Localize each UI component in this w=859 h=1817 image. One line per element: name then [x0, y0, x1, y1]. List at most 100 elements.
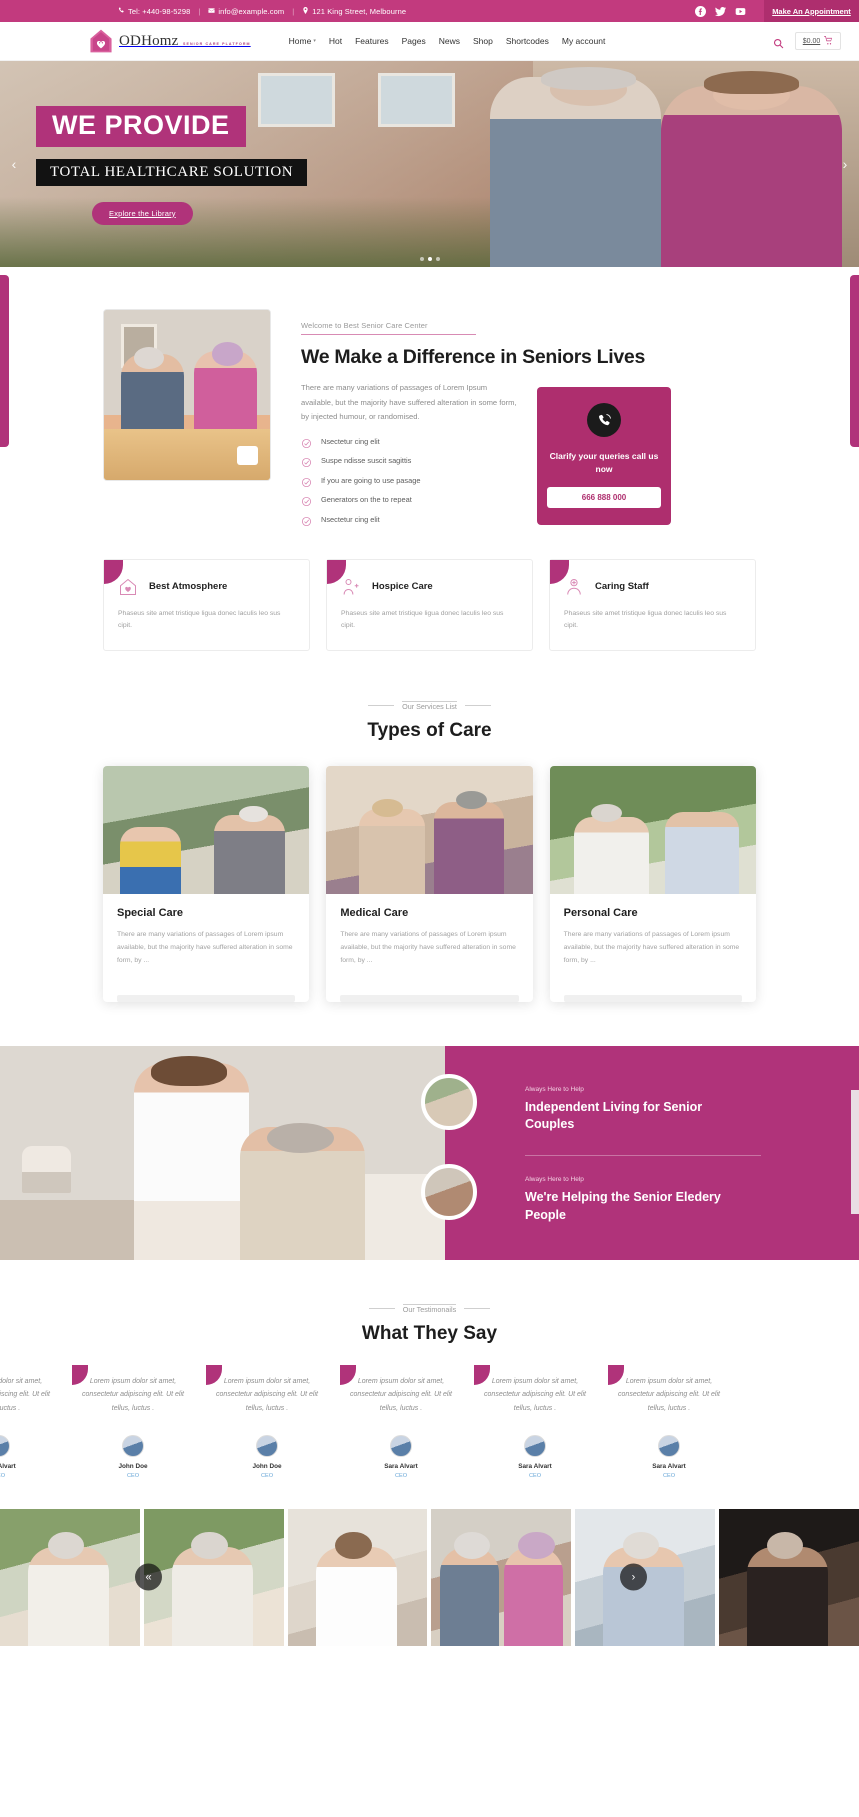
testimonial-role: CEO — [394, 1472, 408, 1479]
avatar — [658, 1434, 680, 1457]
nav-item-shop[interactable]: Shop — [473, 36, 493, 46]
testimonial-item[interactable]: Lorem ipsum dolor sit amet, consectetur … — [602, 1364, 736, 1479]
topbar-contact-info: Tel: +440-98-5298 | info@example.com | 1… — [0, 0, 406, 22]
cart-total: $0.00 — [802, 37, 821, 45]
types-of-care-heading: Types of Care — [367, 719, 492, 741]
help-eyebrow: Always Here to Help — [525, 1176, 584, 1184]
hero-dot-active[interactable] — [427, 257, 432, 261]
hero-cta-button[interactable]: Explore the Library — [92, 201, 193, 225]
testimonials-header: Our Testimonails What They Say — [0, 1303, 859, 1345]
checklist-item: Nsectetur cing elit — [301, 514, 517, 526]
help-item-senior-elderly[interactable]: Always Here to Help We're Helping the Se… — [421, 1164, 859, 1225]
testimonial-role: CEO — [126, 1472, 140, 1479]
gallery-next-arrow[interactable]: › — [620, 1563, 647, 1591]
help-item-independent-living[interactable]: Always Here to Help Independent Living f… — [421, 1073, 859, 1135]
checklist-label: Generators on the to repeat — [321, 495, 412, 505]
testimonial-item[interactable]: Lorem ipsum dolor sit amet, consectetur … — [0, 1369, 66, 1479]
hero-content: WE PROVIDE TOTAL HEALTHCARE SOLUTION Exp… — [36, 106, 308, 225]
testimonial-item[interactable]: Lorem ipsum dolor sit amet, consectetur … — [66, 1364, 200, 1479]
care-card-personal[interactable]: Personal Care There are many variations … — [549, 765, 756, 1002]
nav-item-features[interactable]: Features — [355, 36, 389, 46]
decorative-tab-left — [0, 275, 9, 447]
hero-dot[interactable] — [435, 257, 440, 261]
gallery-prev-arrow[interactable]: « — [135, 1563, 162, 1591]
testimonial-name: Sara Alvart — [518, 1462, 552, 1470]
testimonial-text: Lorem ipsum dolor sit amet, consectetur … — [484, 1377, 586, 1412]
checklist-item: Suspe ndisse suscit sagittis — [301, 455, 517, 468]
feature-title: Caring Staff — [595, 581, 649, 593]
topbar-phone-text: Tel: +440-98-5298 — [128, 6, 191, 16]
care-card-medical[interactable]: Medical Care There are many variations o… — [326, 765, 533, 1002]
avatar — [0, 1434, 10, 1457]
feature-card-hospice-care[interactable]: Hospice Care Phaseus site amet tristique… — [326, 558, 533, 651]
feature-text: Phaseus site amet tristique ligua donec … — [564, 609, 727, 630]
checklist-label: If you are going to use pasage — [321, 475, 421, 485]
gallery-item[interactable] — [0, 1508, 140, 1646]
testimonials-carousel[interactable]: Lorem ipsum dolor sit amet, consectetur … — [0, 1364, 859, 1479]
check-badge-icon — [301, 494, 312, 507]
eyebrow-rule-left — [368, 705, 395, 707]
about-body: Welcome to Best Senior Care Center We Ma… — [301, 309, 756, 526]
checklist-label: Nsectetur cing elit — [321, 514, 380, 524]
care-card-text: There are many variations of passages of… — [340, 930, 516, 965]
checklist-label: Nsectetur cing elit — [321, 436, 380, 446]
call-us-card: Clarify your queries call us now 666 888… — [537, 387, 671, 525]
hero-dots — [419, 257, 440, 261]
help-title: Independent Living for Senior Couples — [525, 1099, 703, 1132]
avatar — [256, 1434, 278, 1457]
topbar-phone[interactable]: Tel: +440-98-5298 — [118, 7, 190, 16]
care-card-footer-bar — [117, 994, 296, 1002]
feature-card-caring-staff[interactable]: Caring Staff Phaseus site amet tristique… — [549, 558, 756, 651]
testimonial-item[interactable]: Lorem ipsum dolor sit amet, consectetur … — [200, 1364, 334, 1479]
nav-item-shortcodes[interactable]: Shortcodes — [506, 36, 549, 46]
house-heart-logo-icon — [88, 28, 114, 54]
topbar-email-text: info@example.com — [218, 6, 285, 16]
call-us-phone[interactable]: 666 888 000 — [547, 486, 661, 508]
hero-dot[interactable] — [419, 257, 424, 261]
nav-item-my-account[interactable]: My account — [562, 36, 605, 46]
twitter-icon[interactable] — [715, 6, 726, 17]
care-card-title: Medical Care — [340, 906, 409, 919]
gallery-item[interactable] — [719, 1508, 859, 1646]
care-card-special[interactable]: Special Care There are many variations o… — [103, 765, 310, 1002]
check-badge-icon — [301, 436, 312, 448]
hero-next-arrow[interactable]: › — [837, 156, 853, 172]
testimonial-text: Lorem ipsum dolor sit amet, consectetur … — [82, 1377, 184, 1412]
photo-gallery[interactable]: « › — [0, 1508, 859, 1646]
phone-ring-icon — [587, 403, 621, 437]
nav-item-home[interactable]: Home ▾ — [289, 36, 316, 46]
facebook-icon[interactable] — [695, 5, 706, 17]
make-appointment-button[interactable]: Make An Appointment — [764, 0, 859, 22]
feature-text: Phaseus site amet tristique ligua donec … — [118, 609, 281, 630]
logo-tagline: SENIOR CARE PLATFORM — [182, 42, 251, 46]
eyebrow-rule-left — [368, 1308, 395, 1310]
gallery-item[interactable] — [431, 1508, 572, 1646]
cart-button[interactable]: $0.00 — [795, 32, 841, 50]
about-checklist: Nsectetur cing elit Suspe ndisse suscit … — [301, 436, 517, 526]
care-card-image — [326, 765, 533, 894]
testimonial-text: Lorem ipsum dolor sit amet, consectetur … — [0, 1377, 50, 1412]
testimonial-item[interactable]: Lorem ipsum dolor sit amet, consectetur … — [334, 1364, 468, 1479]
nav-item-hot[interactable]: Hot — [329, 36, 342, 46]
testimonial-item[interactable]: Lorem ipsum dolor sit amet, consectetur … — [468, 1364, 602, 1479]
nav-item-news[interactable]: News — [439, 36, 460, 46]
testimonial-name: John Doe — [252, 1462, 282, 1470]
search-icon[interactable] — [773, 36, 784, 48]
about-section: Welcome to Best Senior Care Center We Ma… — [0, 267, 859, 1002]
hero-prev-arrow[interactable]: ‹ — [6, 156, 22, 172]
feature-card-best-atmosphere[interactable]: Best Atmosphere Phaseus site amet tristi… — [103, 558, 310, 651]
site-header: ODHomz SENIOR CARE PLATFORM Home ▾ Hot Fe… — [0, 22, 859, 61]
feature-title: Hospice Care — [372, 581, 433, 593]
testimonial-name: John Doe — [118, 1462, 148, 1470]
youtube-icon[interactable] — [735, 6, 746, 17]
nav-item-pages[interactable]: Pages — [402, 36, 426, 46]
site-logo[interactable]: ODHomz SENIOR CARE PLATFORM — [88, 28, 251, 54]
hero-headline-secondary: TOTAL HEALTHCARE SOLUTION — [36, 159, 308, 186]
help-avatar — [421, 1164, 477, 1221]
gallery-item[interactable] — [287, 1508, 428, 1646]
checklist-item: If you are going to use pasage — [301, 475, 517, 487]
topbar-email[interactable]: info@example.com — [208, 7, 284, 16]
logo-name: ODHomz — [119, 33, 179, 49]
about-eyebrow: Welcome to Best Senior Care Center — [301, 321, 476, 335]
gallery-item[interactable] — [143, 1508, 284, 1646]
